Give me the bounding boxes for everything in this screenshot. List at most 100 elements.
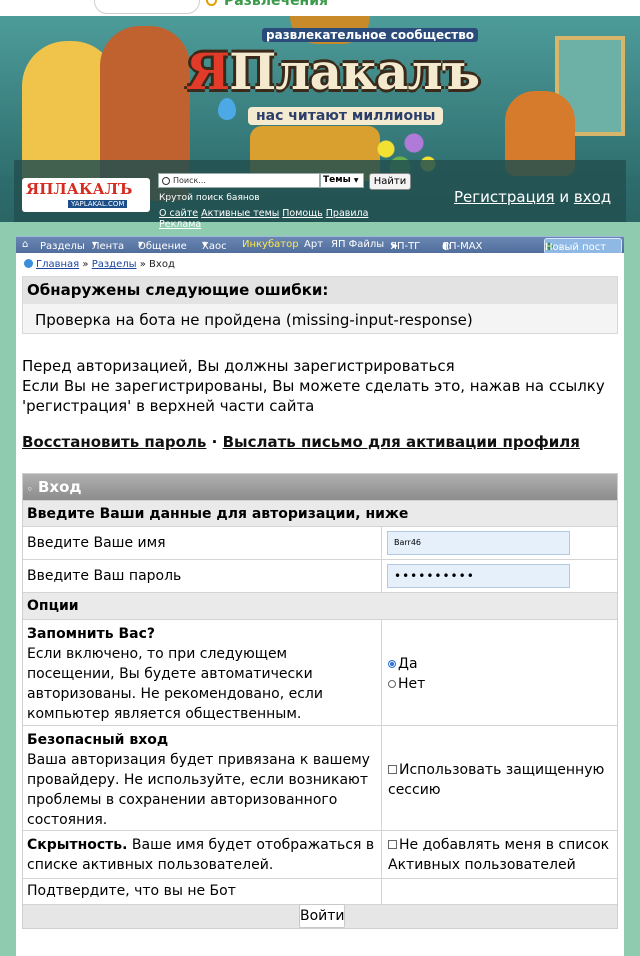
nav-incubator[interactable]: Инкубатор bbox=[242, 239, 299, 250]
link-help[interactable]: Помощь bbox=[282, 208, 322, 219]
form-subheader: Введите Ваши данные для авторизации, ниж… bbox=[23, 500, 617, 526]
info-line: Если Вы не зарегистрированы, Вы можете с… bbox=[22, 377, 605, 395]
remember-desc: Если включено, то при следующем посещени… bbox=[27, 646, 323, 722]
search-input[interactable]: Поиск... bbox=[158, 173, 320, 188]
small-logo[interactable]: ЯПЛАКАЛЪ YAPLAKAL.COM bbox=[22, 178, 150, 212]
search-placeholder: Поиск... bbox=[173, 176, 206, 185]
send-activation-link[interactable]: Выслать письмо для активации профиля bbox=[223, 433, 580, 451]
remember-no-radio[interactable] bbox=[388, 680, 396, 688]
chevron-down-icon: ▼ bbox=[353, 177, 359, 184]
nav-sections-label: Разделы bbox=[40, 241, 85, 252]
remember-no-label: Нет bbox=[398, 676, 426, 692]
remember-yes-label: Да bbox=[398, 656, 418, 672]
nav-talk-label: Общение bbox=[138, 241, 187, 252]
options-title: Опции bbox=[23, 592, 617, 619]
tagline: Крутой поиск баянов bbox=[159, 193, 260, 203]
nav-max-label: ЯП-MAX bbox=[442, 241, 483, 252]
page-content: Главная » Разделы » Вход Обнаружены след… bbox=[16, 253, 624, 956]
username-input[interactable]: Barr46 bbox=[387, 531, 570, 555]
main-nav: ⌂ Разделы Лента ▾ Общение ▾ Хаос ▾ Инкуб… bbox=[16, 236, 624, 254]
clock-icon bbox=[206, 0, 217, 6]
remember-yes-option[interactable]: Да bbox=[388, 654, 617, 674]
stealth-checkbox-label: Не добавлять меня в список Активных поль… bbox=[388, 837, 610, 873]
password-label: Введите Ваш пароль bbox=[27, 568, 182, 584]
breadcrumb-sep: » bbox=[139, 259, 146, 270]
login-link[interactable]: вход bbox=[574, 188, 611, 206]
nav-feed-label: Лента bbox=[92, 241, 125, 252]
header-links: О сайте Активные темы Помощь Правила Реклама bbox=[159, 208, 389, 230]
nav-art[interactable]: Арт bbox=[304, 239, 323, 250]
breadcrumb: Главная » Разделы » Вход bbox=[24, 259, 175, 270]
captcha-widget[interactable] bbox=[381, 879, 617, 904]
stealth-title: Скрытность. bbox=[27, 837, 128, 853]
topics-select-label: Темы bbox=[323, 175, 351, 185]
community-tag: развлекательное сообщество bbox=[262, 28, 479, 42]
error-message: Проверка на бота не пройдена (missing-in… bbox=[35, 311, 473, 329]
small-logo-text: ЯПЛАКАЛЪ bbox=[26, 180, 133, 198]
error-box: Обнаружены следующие ошибки: Проверка на… bbox=[22, 276, 618, 334]
breadcrumb-current: Вход bbox=[149, 259, 175, 270]
login-form: ◦ Вход Введите Ваши данные для авторизац… bbox=[22, 473, 618, 929]
logo-rest: Плакалъ bbox=[229, 42, 480, 101]
username-label: Введите Ваше имя bbox=[27, 535, 166, 551]
register-info: Перед авторизацией, Вы должны зарегистри… bbox=[22, 356, 622, 416]
nav-chaos[interactable]: Хаос ▾ bbox=[202, 239, 227, 252]
username-row: Введите Ваше имя Barr46 bbox=[23, 526, 617, 559]
breadcrumb-home[interactable]: Главная bbox=[36, 259, 79, 270]
breadcrumb-sep: » bbox=[82, 259, 89, 270]
top-strip: Развлечения bbox=[0, 0, 640, 16]
form-header: ◦ Вход bbox=[23, 474, 617, 500]
nav-chaos-label: Хаос bbox=[202, 241, 227, 252]
nav-feed[interactable]: Лента ▾ bbox=[92, 239, 124, 252]
category-label[interactable]: Развлечения bbox=[224, 0, 328, 9]
link-rules[interactable]: Правила bbox=[326, 208, 369, 219]
register-link[interactable]: Регистрация bbox=[454, 188, 555, 206]
toggle-pill[interactable] bbox=[94, 0, 200, 14]
link-active-topics[interactable]: Активные темы bbox=[201, 208, 279, 219]
password-input[interactable]: •••••••••• bbox=[387, 564, 570, 588]
secure-desc: Ваша авторизация будет привязана к вашем… bbox=[27, 752, 370, 828]
account-links: Восстановить пароль · Выслать письмо для… bbox=[22, 433, 580, 451]
nav-tg-label: ЯП-ТГ bbox=[390, 241, 421, 252]
remember-row: Запомнить Вас? Если включено, то при след… bbox=[23, 619, 617, 725]
bullet-icon: ◦ bbox=[27, 485, 33, 495]
slogan: нас читают миллионы bbox=[248, 107, 444, 125]
stealth-checkbox[interactable] bbox=[388, 840, 397, 849]
nav-talk[interactable]: Общение ▾ bbox=[138, 239, 187, 252]
drop-icon bbox=[218, 98, 236, 120]
find-button[interactable]: Найти bbox=[369, 173, 411, 190]
stealth-text: Скрытность. Ваше имя будет отображаться … bbox=[23, 831, 381, 878]
secure-row: Безопасный вход Ваша авторизация будет пр… bbox=[23, 725, 617, 830]
submit-row: Войти bbox=[23, 904, 617, 928]
error-title: Обнаружены следующие ошибки: bbox=[23, 277, 617, 304]
stealth-option[interactable]: Не добавлять меня в список Активных поль… bbox=[381, 831, 617, 878]
restore-password-link[interactable]: Восстановить пароль bbox=[22, 433, 206, 451]
secure-option[interactable]: Использовать защищенную сессию bbox=[381, 726, 617, 830]
secure-text: Безопасный вход Ваша авторизация будет пр… bbox=[23, 726, 381, 830]
login-button[interactable]: Войти bbox=[299, 904, 345, 928]
remember-title: Запомнить Вас? bbox=[27, 626, 155, 642]
search-icon bbox=[162, 177, 170, 185]
remember-no-option[interactable]: Нет bbox=[388, 674, 617, 694]
topics-select[interactable]: Темы ▼ bbox=[320, 173, 364, 188]
secure-checkbox-label: Использовать защищенную сессию bbox=[388, 762, 605, 798]
remember-yes-radio[interactable] bbox=[388, 660, 396, 668]
remember-text: Запомнить Вас? Если включено, то при след… bbox=[23, 620, 381, 725]
site-logo[interactable]: ЯПлакалъ bbox=[186, 42, 480, 101]
stealth-row: Скрытность. Ваше имя будет отображаться … bbox=[23, 830, 617, 878]
links-sep: · bbox=[211, 433, 218, 451]
form-header-label: Вход bbox=[38, 478, 82, 496]
link-ads[interactable]: Реклама bbox=[159, 219, 201, 230]
captcha-row: Подтвердите, что вы не Бот bbox=[23, 878, 617, 904]
secure-checkbox[interactable] bbox=[388, 765, 397, 774]
info-line: Перед авторизацией, Вы должны зарегистри… bbox=[22, 357, 455, 375]
breadcrumb-sections[interactable]: Разделы bbox=[92, 259, 137, 270]
password-row: Введите Ваш пароль •••••••••• bbox=[23, 559, 617, 592]
new-post-button[interactable]: ✚ Новый пост bbox=[544, 238, 622, 254]
nav-files[interactable]: ЯП Файлы bbox=[331, 239, 384, 250]
secure-title: Безопасный вход bbox=[27, 732, 169, 748]
link-about[interactable]: О сайте bbox=[159, 208, 198, 219]
auth-and: и bbox=[559, 188, 570, 206]
home-icon[interactable]: ⌂ bbox=[22, 239, 28, 250]
breadcrumb-icon bbox=[24, 259, 33, 268]
